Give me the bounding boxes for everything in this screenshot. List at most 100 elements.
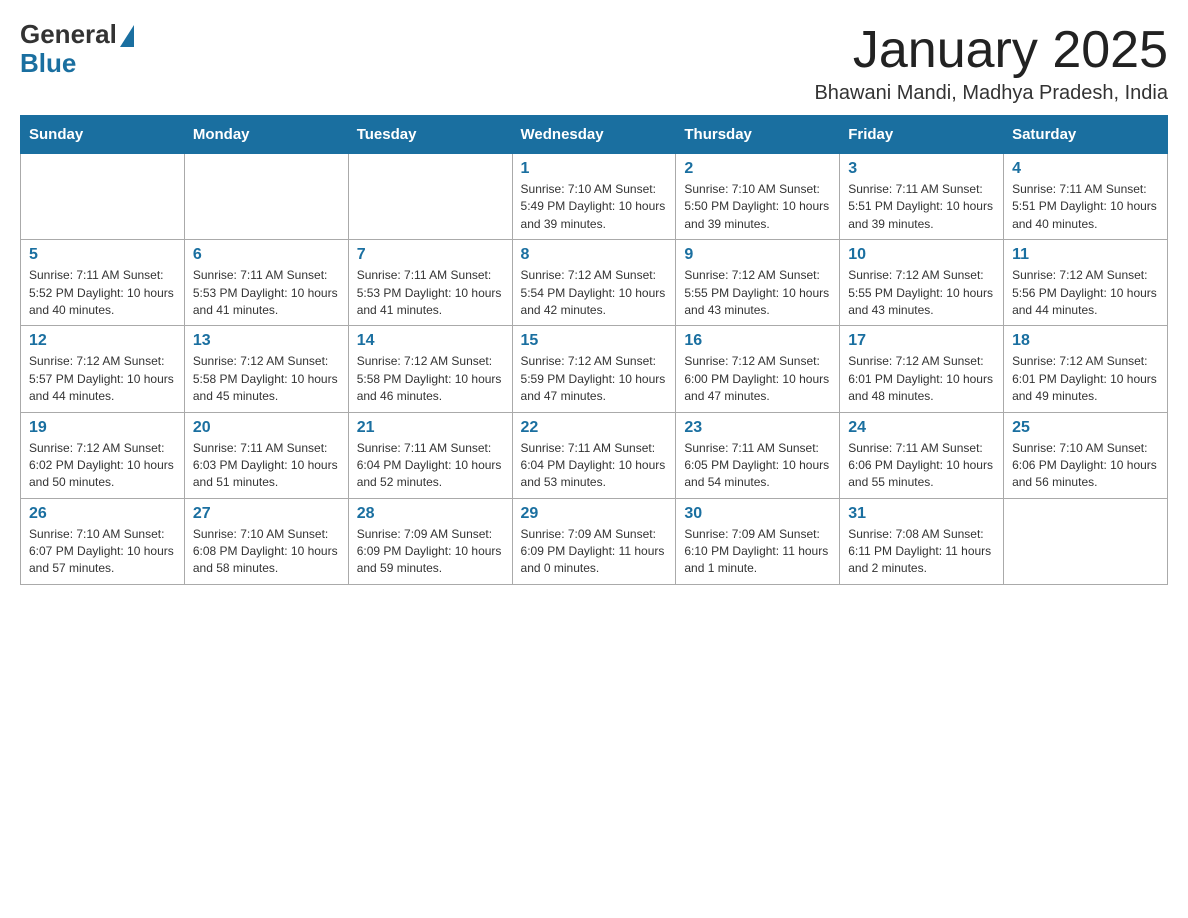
day-number: 26 (29, 505, 176, 523)
day-number: 18 (1012, 332, 1159, 350)
day-info: Sunrise: 7:11 AM Sunset: 6:03 PM Dayligh… (193, 440, 340, 492)
day-number: 24 (848, 419, 995, 437)
day-number: 21 (357, 419, 504, 437)
day-cell: 24 Sunrise: 7:11 AM Sunset: 6:06 PM Dayli… (840, 412, 1004, 498)
day-cell: 25 Sunrise: 7:10 AM Sunset: 6:06 PM Dayli… (1004, 412, 1168, 498)
day-info: Sunrise: 7:10 AM Sunset: 6:08 PM Dayligh… (193, 526, 340, 578)
day-number: 12 (29, 332, 176, 350)
day-number: 17 (848, 332, 995, 350)
day-cell: 28Sunrise: 7:09 AM Sunset: 6:09 PM Dayli… (348, 498, 512, 584)
day-number: 2 (684, 160, 831, 178)
week-row-2: 5 Sunrise: 7:11 AM Sunset: 5:52 PM Daylig… (21, 240, 1168, 326)
day-cell: 11 Sunrise: 7:12 AM Sunset: 5:56 PM Dayli… (1004, 240, 1168, 326)
day-number: 29 (521, 505, 668, 523)
day-cell: 16 Sunrise: 7:12 AM Sunset: 6:00 PM Dayli… (676, 326, 840, 412)
day-info: Sunrise: 7:11 AM Sunset: 5:52 PM Dayligh… (29, 267, 176, 319)
day-cell: 19 Sunrise: 7:12 AM Sunset: 6:02 PM Dayli… (21, 412, 185, 498)
day-number: 14 (357, 332, 504, 350)
day-info: Sunrise: 7:12 AM Sunset: 6:00 PM Dayligh… (684, 353, 831, 405)
day-cell: 14Sunrise: 7:12 AM Sunset: 5:58 PM Dayli… (348, 326, 512, 412)
day-info: Sunrise: 7:10 AM Sunset: 6:06 PM Dayligh… (1012, 440, 1159, 492)
day-cell: 27 Sunrise: 7:10 AM Sunset: 6:08 PM Dayli… (184, 498, 348, 584)
day-info: Sunrise: 7:12 AM Sunset: 5:58 PM Dayligh… (193, 353, 340, 405)
week-row-1: 1 Sunrise: 7:10 AM Sunset: 5:49 PM Daylig… (21, 154, 1168, 240)
logo-blue-text: Blue (20, 48, 76, 78)
day-info: Sunrise: 7:11 AM Sunset: 5:53 PM Dayligh… (357, 267, 504, 319)
day-info: Sunrise: 7:12 AM Sunset: 5:59 PM Dayligh… (521, 353, 668, 405)
title-section: January 2025 Bhawani Mandi, Madhya Prade… (814, 20, 1168, 105)
day-cell: 13 Sunrise: 7:12 AM Sunset: 5:58 PM Dayli… (184, 326, 348, 412)
column-header-monday: Monday (184, 116, 348, 154)
day-cell: 1 Sunrise: 7:10 AM Sunset: 5:49 PM Daylig… (512, 154, 676, 240)
day-cell: 30 Sunrise: 7:09 AM Sunset: 6:10 PM Dayli… (676, 498, 840, 584)
day-number: 3 (848, 160, 995, 178)
day-info: Sunrise: 7:12 AM Sunset: 5:57 PM Dayligh… (29, 353, 176, 405)
column-header-thursday: Thursday (676, 116, 840, 154)
day-number: 15 (521, 332, 668, 350)
day-cell: 17 Sunrise: 7:12 AM Sunset: 6:01 PM Dayli… (840, 326, 1004, 412)
day-info: Sunrise: 7:11 AM Sunset: 5:53 PM Dayligh… (193, 267, 340, 319)
day-number: 30 (684, 505, 831, 523)
day-number: 1 (521, 160, 668, 178)
day-info: Sunrise: 7:08 AM Sunset: 6:11 PM Dayligh… (848, 526, 995, 578)
header-row: SundayMondayTuesdayWednesdayThursdayFrid… (21, 116, 1168, 154)
day-cell (21, 154, 185, 240)
day-cell (1004, 498, 1168, 584)
day-cell: 6 Sunrise: 7:11 AM Sunset: 5:53 PM Daylig… (184, 240, 348, 326)
day-cell: 10 Sunrise: 7:12 AM Sunset: 5:55 PM Dayli… (840, 240, 1004, 326)
day-info: Sunrise: 7:11 AM Sunset: 6:06 PM Dayligh… (848, 440, 995, 492)
day-cell: 15 Sunrise: 7:12 AM Sunset: 5:59 PM Dayli… (512, 326, 676, 412)
day-info: Sunrise: 7:11 AM Sunset: 6:04 PM Dayligh… (357, 440, 504, 492)
day-number: 10 (848, 246, 995, 264)
day-number: 27 (193, 505, 340, 523)
calendar-table: SundayMondayTuesdayWednesdayThursdayFrid… (20, 115, 1168, 585)
day-number: 28 (357, 505, 504, 523)
day-number: 23 (684, 419, 831, 437)
day-info: Sunrise: 7:12 AM Sunset: 5:55 PM Dayligh… (684, 267, 831, 319)
day-info: Sunrise: 7:11 AM Sunset: 6:04 PM Dayligh… (521, 440, 668, 492)
month-title: January 2025 (814, 20, 1168, 80)
day-cell: 9Sunrise: 7:12 AM Sunset: 5:55 PM Daylig… (676, 240, 840, 326)
day-number: 11 (1012, 246, 1159, 264)
day-info: Sunrise: 7:12 AM Sunset: 6:01 PM Dayligh… (1012, 353, 1159, 405)
day-number: 8 (521, 246, 668, 264)
day-cell: 12 Sunrise: 7:12 AM Sunset: 5:57 PM Dayli… (21, 326, 185, 412)
day-cell: 21 Sunrise: 7:11 AM Sunset: 6:04 PM Dayli… (348, 412, 512, 498)
week-row-5: 26 Sunrise: 7:10 AM Sunset: 6:07 PM Dayli… (21, 498, 1168, 584)
day-info: Sunrise: 7:10 AM Sunset: 6:07 PM Dayligh… (29, 526, 176, 578)
day-number: 22 (521, 419, 668, 437)
day-number: 19 (29, 419, 176, 437)
day-info: Sunrise: 7:12 AM Sunset: 5:56 PM Dayligh… (1012, 267, 1159, 319)
day-cell: 29 Sunrise: 7:09 AM Sunset: 6:09 PM Dayli… (512, 498, 676, 584)
day-info: Sunrise: 7:10 AM Sunset: 5:50 PM Dayligh… (684, 181, 831, 233)
day-cell: 22 Sunrise: 7:11 AM Sunset: 6:04 PM Dayli… (512, 412, 676, 498)
day-number: 20 (193, 419, 340, 437)
day-info: Sunrise: 7:09 AM Sunset: 6:09 PM Dayligh… (521, 526, 668, 578)
week-row-3: 12 Sunrise: 7:12 AM Sunset: 5:57 PM Dayli… (21, 326, 1168, 412)
logo-general-text: General (20, 20, 117, 49)
day-info: Sunrise: 7:10 AM Sunset: 5:49 PM Dayligh… (521, 181, 668, 233)
day-info: Sunrise: 7:12 AM Sunset: 5:55 PM Dayligh… (848, 267, 995, 319)
day-cell: 7Sunrise: 7:11 AM Sunset: 5:53 PM Daylig… (348, 240, 512, 326)
day-number: 6 (193, 246, 340, 264)
column-header-friday: Friday (840, 116, 1004, 154)
page-header: General Blue January 2025 Bhawani Mandi,… (20, 20, 1168, 105)
day-info: Sunrise: 7:11 AM Sunset: 6:05 PM Dayligh… (684, 440, 831, 492)
day-cell: 4Sunrise: 7:11 AM Sunset: 5:51 PM Daylig… (1004, 154, 1168, 240)
day-cell: 3Sunrise: 7:11 AM Sunset: 5:51 PM Daylig… (840, 154, 1004, 240)
day-info: Sunrise: 7:12 AM Sunset: 6:01 PM Dayligh… (848, 353, 995, 405)
day-number: 13 (193, 332, 340, 350)
logo: General Blue (20, 20, 134, 77)
day-number: 16 (684, 332, 831, 350)
day-cell: 23 Sunrise: 7:11 AM Sunset: 6:05 PM Dayli… (676, 412, 840, 498)
column-header-saturday: Saturday (1004, 116, 1168, 154)
day-cell (184, 154, 348, 240)
day-cell: 26 Sunrise: 7:10 AM Sunset: 6:07 PM Dayli… (21, 498, 185, 584)
day-number: 5 (29, 246, 176, 264)
day-cell: 5 Sunrise: 7:11 AM Sunset: 5:52 PM Daylig… (21, 240, 185, 326)
logo-triangle-icon (120, 25, 134, 47)
day-info: Sunrise: 7:12 AM Sunset: 6:02 PM Dayligh… (29, 440, 176, 492)
day-number: 25 (1012, 419, 1159, 437)
day-info: Sunrise: 7:09 AM Sunset: 6:10 PM Dayligh… (684, 526, 831, 578)
week-row-4: 19 Sunrise: 7:12 AM Sunset: 6:02 PM Dayli… (21, 412, 1168, 498)
